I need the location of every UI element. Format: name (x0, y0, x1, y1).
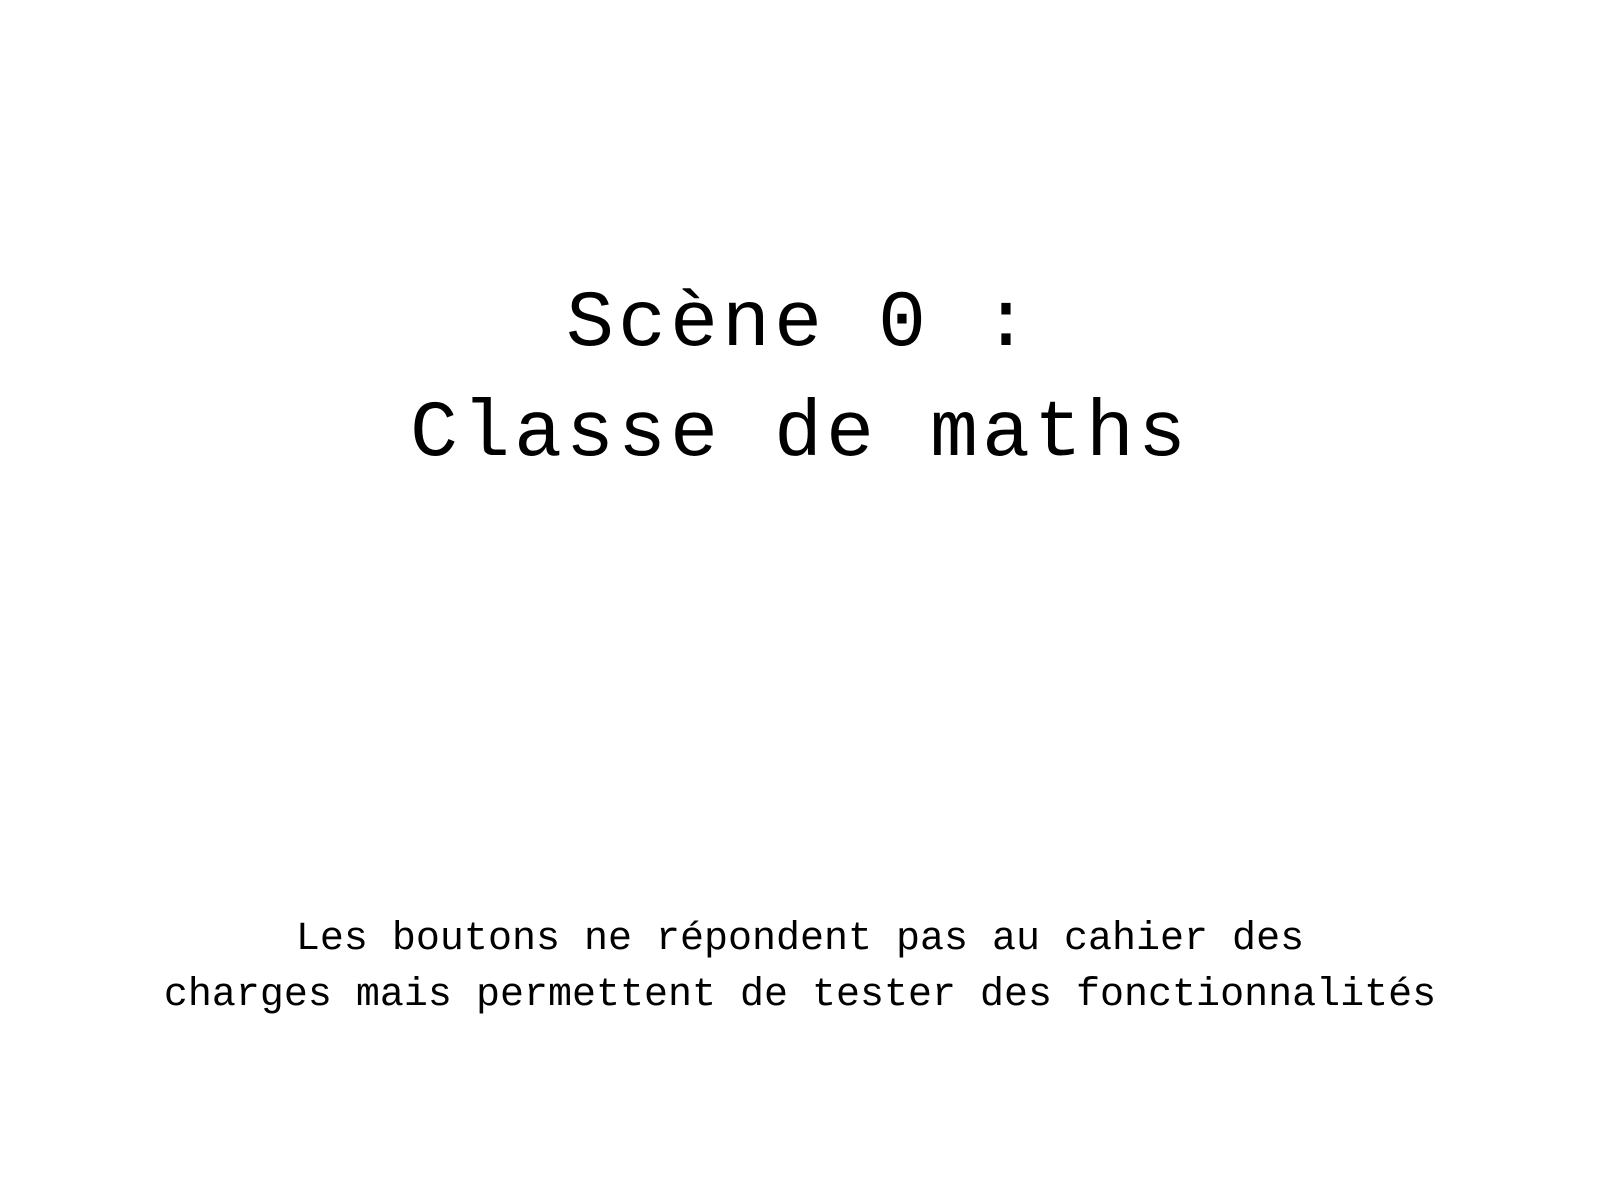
scene-title-line-2: Classe de maths (409, 389, 1191, 480)
scene-note-line-1: Les boutons ne répondent pas au cahier d… (295, 917, 1305, 962)
scene-screen: { "scene": { "title_line1": "Scène 0 :",… (0, 0, 1600, 1200)
scene-note: Les boutons ne répondent pas au cahier d… (0, 912, 1600, 1024)
scene-title: Scène 0 : Classe de maths (0, 270, 1600, 490)
scene-title-line-1: Scène 0 : (565, 279, 1035, 370)
scene-note-line-2: charges mais permettent de tester des fo… (163, 973, 1437, 1018)
